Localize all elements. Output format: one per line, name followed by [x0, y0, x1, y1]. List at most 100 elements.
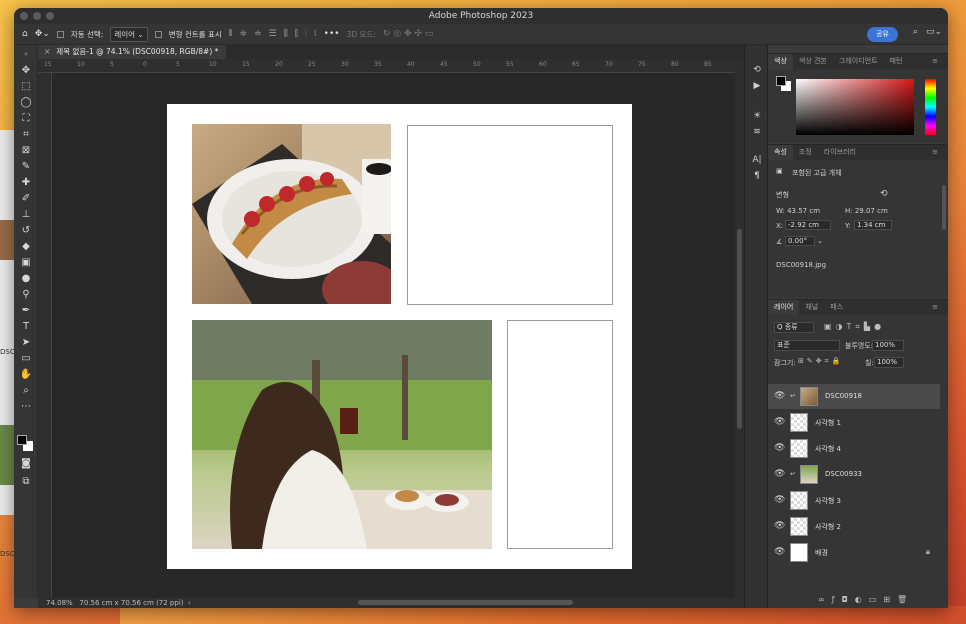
- layer-thumbnail[interactable]: [790, 439, 808, 458]
- align-center-icon[interactable]: ≑: [240, 29, 248, 39]
- width-value[interactable]: W: 43.57 cm: [776, 207, 820, 215]
- status-arrow-icon[interactable]: ›: [188, 599, 191, 607]
- layer-filter-icons[interactable]: ▣◑T⌗▙●: [824, 322, 885, 332]
- history-brush-icon[interactable]: ↺: [18, 224, 34, 238]
- document-canvas[interactable]: [167, 104, 632, 569]
- horizontal-scroll-thumb[interactable]: [358, 600, 573, 605]
- align-middle-icon[interactable]: ⫼: [284, 29, 288, 39]
- angle-field[interactable]: 0.00°: [785, 236, 815, 246]
- healing-brush-icon[interactable]: ✚: [18, 176, 34, 190]
- align-right-icon[interactable]: ≐: [254, 29, 262, 39]
- zoom-window-button[interactable]: [46, 12, 54, 20]
- layer-thumbnail[interactable]: [790, 517, 808, 536]
- tab-patterns[interactable]: 패턴: [884, 54, 909, 69]
- visibility-eye-icon[interactable]: 👁︎: [774, 417, 785, 427]
- brush-settings-icon[interactable]: ≋: [750, 125, 764, 139]
- y-field[interactable]: 1.34 cm: [854, 220, 892, 230]
- color-picker-field[interactable]: [796, 79, 914, 135]
- zoom-level[interactable]: 74.08%: [46, 599, 73, 607]
- layer-row[interactable]: 👁︎ ↵ DSC00918: [768, 384, 940, 409]
- lock-icons[interactable]: ⊞✎✥⌗🔒: [798, 357, 843, 366]
- 3d-rotate-icon[interactable]: ↻ ◎ ✥ ✣ ▭: [383, 29, 433, 39]
- share-button[interactable]: 공유: [867, 27, 898, 42]
- eraser-tool-icon[interactable]: ◆: [18, 240, 34, 254]
- document-tab[interactable]: × 제목 없음-1 @ 74.1% (DSC00918, RGB/8#) *: [38, 45, 227, 59]
- layer-row[interactable]: 👁︎ 사각형 2: [768, 514, 940, 539]
- layer-row[interactable]: 👁︎ 사각형 4: [768, 436, 940, 461]
- angle-dropdown-icon[interactable]: ⌄: [817, 237, 823, 245]
- crop-tool-icon[interactable]: ⌗: [18, 128, 34, 142]
- visibility-eye-icon[interactable]: 👁︎: [774, 521, 785, 531]
- visibility-eye-icon[interactable]: 👁︎: [774, 495, 785, 505]
- layer-name[interactable]: DSC00918: [825, 392, 862, 400]
- layer-thumbnail[interactable]: [790, 413, 808, 432]
- layer-name[interactable]: 사각형 2: [815, 522, 841, 532]
- vertical-scrollbar[interactable]: [735, 59, 744, 598]
- align-bottom-icon[interactable]: ⫿: [295, 29, 298, 39]
- layer-thumbnail[interactable]: [790, 491, 808, 510]
- type-tool-icon[interactable]: T: [18, 320, 34, 334]
- minimize-window-button[interactable]: [33, 12, 41, 20]
- x-field[interactable]: -2.92 cm: [785, 220, 831, 230]
- visibility-eye-icon[interactable]: 👁︎: [774, 547, 785, 557]
- transform-controls-checkbox[interactable]: [154, 30, 162, 38]
- foreground-color-swatch[interactable]: [776, 76, 786, 86]
- stamp-tool-icon[interactable]: ⊥: [18, 208, 34, 222]
- layer-row[interactable]: 👁︎ 사각형 3: [768, 488, 940, 513]
- align-left-icon[interactable]: ⫴: [229, 29, 233, 39]
- history-icon[interactable]: ⟲: [750, 63, 764, 77]
- path-select-icon[interactable]: ➤: [18, 336, 34, 350]
- empty-frame-bottom-right[interactable]: [507, 320, 613, 549]
- visibility-eye-icon[interactable]: 👁︎: [774, 443, 785, 453]
- layer-name[interactable]: DSC00933: [825, 470, 862, 478]
- screen-mode-icon[interactable]: ⧉: [18, 475, 34, 489]
- foreground-color-swatch[interactable]: [17, 435, 27, 445]
- more-options-icon[interactable]: •••: [324, 29, 340, 39]
- empty-frame-top-right[interactable]: [407, 125, 613, 305]
- close-window-button[interactable]: [20, 12, 28, 20]
- workspace-icon[interactable]: ▭⌄: [926, 27, 942, 37]
- panel-menu-icon[interactable]: ≡: [926, 300, 944, 315]
- tab-gradients[interactable]: 그레이디언트: [833, 54, 884, 69]
- layer-row[interactable]: 👁︎ 사각형 1: [768, 410, 940, 435]
- tab-layers[interactable]: 레이어: [768, 300, 800, 315]
- adjustments-icon[interactable]: ☀: [750, 109, 764, 123]
- object-select-tool-icon[interactable]: ⛶: [18, 112, 34, 126]
- cafe-photo[interactable]: [192, 320, 492, 549]
- layer-bottom-icons[interactable]: ∞ƒ◘◐▭⊞🗑: [818, 595, 914, 604]
- panel-menu-icon[interactable]: ≡: [926, 145, 944, 160]
- shape-tool-icon[interactable]: ▭: [18, 352, 34, 366]
- zoom-tool-icon[interactable]: ⌕: [18, 384, 34, 398]
- search-icon[interactable]: ⌕: [913, 27, 918, 37]
- move-tool-icon[interactable]: ✥: [18, 64, 34, 78]
- actions-icon[interactable]: ▶: [750, 79, 764, 93]
- layer-thumbnail[interactable]: [800, 387, 818, 406]
- properties-scrollbar[interactable]: [942, 185, 946, 230]
- blend-mode-dropdown[interactable]: 표준: [774, 340, 840, 351]
- opacity-field[interactable]: 100%: [872, 340, 904, 351]
- tab-color[interactable]: 색상: [768, 54, 793, 69]
- distribute-spacing-icon[interactable]: ⁞: [314, 29, 317, 39]
- height-value[interactable]: H: 29.07 cm: [845, 207, 888, 215]
- blur-tool-icon[interactable]: ●: [18, 272, 34, 286]
- distribute-icon[interactable]: ⦙: [305, 29, 307, 39]
- frame-tool-icon[interactable]: ⊠: [18, 144, 34, 158]
- dodge-tool-icon[interactable]: ⚲: [18, 288, 34, 302]
- reset-transform-icon[interactable]: ⟲: [880, 189, 888, 199]
- fill-field[interactable]: 100%: [874, 357, 904, 368]
- tab-properties[interactable]: 속성: [768, 145, 793, 160]
- layer-filter-dropdown[interactable]: Q 종류: [774, 322, 814, 333]
- visibility-eye-icon[interactable]: 👁︎: [774, 469, 785, 479]
- layer-name[interactable]: 배경: [815, 548, 828, 558]
- hand-tool-icon[interactable]: ✋: [18, 368, 34, 382]
- gradient-tool-icon[interactable]: ▣: [18, 256, 34, 270]
- tab-paths[interactable]: 패스: [824, 300, 849, 315]
- lasso-tool-icon[interactable]: ◯: [18, 96, 34, 110]
- close-tab-icon[interactable]: ×: [44, 47, 50, 56]
- paragraph-icon[interactable]: ¶: [750, 169, 764, 183]
- layer-thumbnail[interactable]: [800, 465, 818, 484]
- tab-libraries[interactable]: 라이브러리: [818, 145, 862, 160]
- brush-tool-icon[interactable]: ✐: [18, 192, 34, 206]
- move-tool-icon[interactable]: ✥⌄: [35, 29, 50, 39]
- quick-mask-icon[interactable]: ◙: [18, 457, 34, 471]
